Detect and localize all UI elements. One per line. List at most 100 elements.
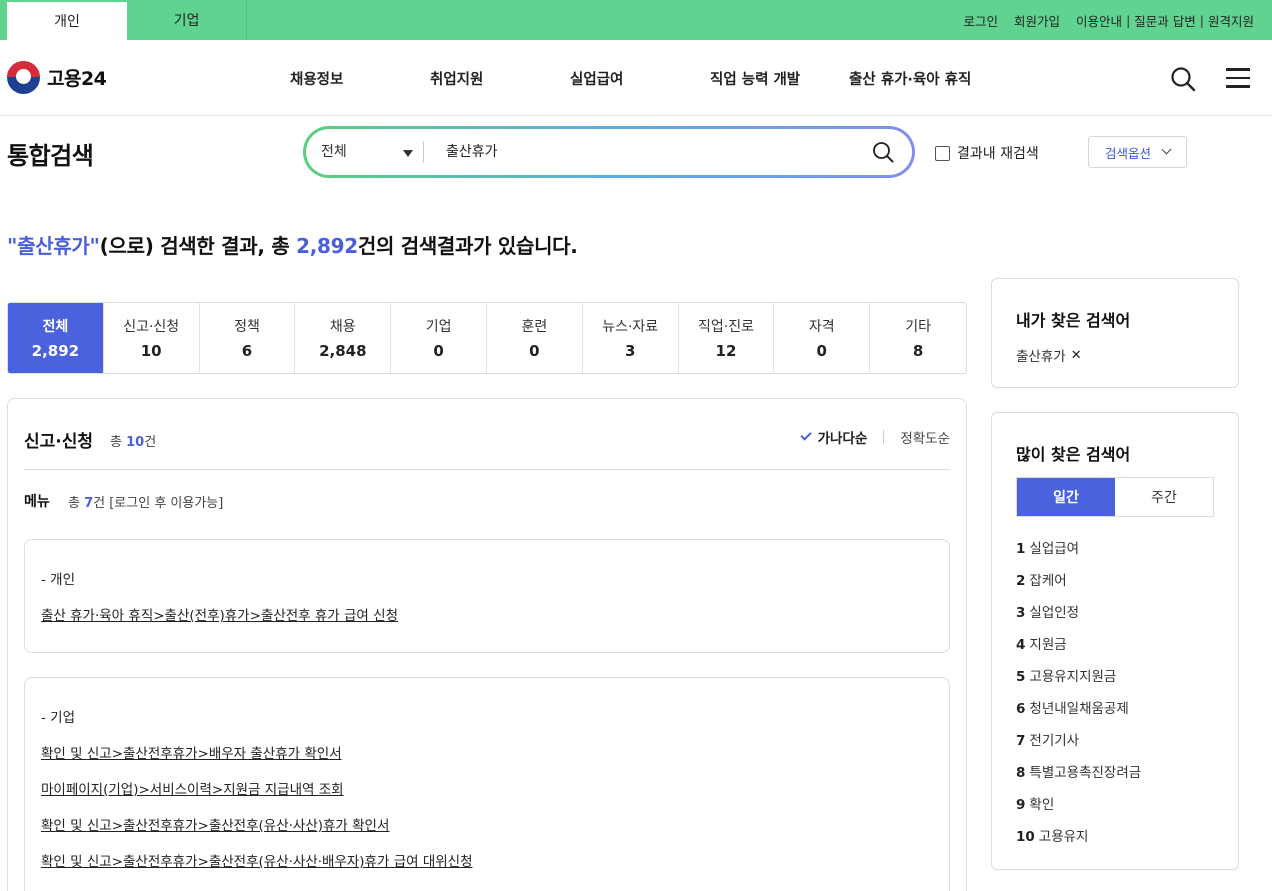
list-item[interactable]: 2 잡케어 <box>1016 569 1214 601</box>
result-link[interactable]: 마이페이지(기업)>서비스이력>지원금 지급내역 조회 <box>41 778 933 798</box>
term[interactable]: 청년내일채움공제 <box>1029 701 1128 717</box>
tab-company[interactable]: 기업 0 <box>391 303 487 373</box>
result-link[interactable]: 확인 및 신고>출산전후휴가>배우자 출산휴가 확인서 <box>41 742 933 762</box>
search-icon[interactable] <box>872 141 894 163</box>
tab-count: 10 <box>140 342 162 360</box>
tab-policy[interactable]: 정책 6 <box>200 303 296 373</box>
term[interactable]: 실업급여 <box>1029 541 1079 557</box>
remote-support-link[interactable]: 원격지원 <box>1208 11 1254 30</box>
tab-label: 전체 <box>42 319 69 335</box>
list-item[interactable]: 3 실업인정 <box>1016 601 1214 633</box>
tab-label: 직업·진로 <box>697 319 754 335</box>
nav-item-employment-support[interactable]: 취업지원 <box>430 68 483 89</box>
list-item[interactable]: 10 고용유지 <box>1016 825 1214 857</box>
sort-alphabetical[interactable]: 가나다순 <box>799 427 867 447</box>
search-options-button[interactable]: 검색옵션 <box>1088 136 1187 168</box>
tab-count: 2,848 <box>319 342 367 360</box>
term[interactable]: 고용유지지원금 <box>1029 669 1116 685</box>
tab-count: 12 <box>715 342 737 360</box>
tab-news-materials[interactable]: 뉴스·자료 3 <box>583 303 679 373</box>
result-link[interactable]: 출산 휴가·육아 휴직>출산(전후)휴가>출산전후 휴가 급여 신청 <box>41 604 933 624</box>
site-logo[interactable]: 고용24 <box>7 61 107 94</box>
list-item[interactable]: 1 실업급여 <box>1016 537 1214 569</box>
tab-recruitment[interactable]: 채용 2,848 <box>295 303 392 373</box>
tab-label: 자격 <box>808 319 835 335</box>
menu-total-count: 7 <box>84 496 94 511</box>
result-link[interactable]: 확인 및 신고>출산전후휴가>출산전후(유산·사산·배우자)휴가 급여 대위신청 <box>41 850 933 870</box>
list-item[interactable]: 5 고용유지지원금 <box>1016 665 1214 697</box>
rank: 4 <box>1016 637 1026 653</box>
tab-corporate[interactable]: 기업 <box>127 0 247 40</box>
list-item[interactable]: 7 전기기사 <box>1016 729 1214 761</box>
hamburger-menu-icon[interactable] <box>1226 68 1250 88</box>
my-searches-box: 내가 찾은 검색어 출산휴가 ✕ <box>991 278 1239 388</box>
tab-label: 채용 <box>329 319 356 335</box>
my-search-keyword[interactable]: 출산휴가 ✕ <box>1016 345 1214 366</box>
top-utility-bar: 개인 기업 로그인 회원가입 이용안내 | 질문과 답변 | 원격지원 <box>0 0 1272 40</box>
tab-job-career[interactable]: 직업·진로 12 <box>679 303 775 373</box>
search-input[interactable]: 출산휴가 <box>446 129 498 175</box>
search-within-results-checkbox[interactable] <box>935 145 950 161</box>
tab-count: 6 <box>241 342 253 360</box>
tab-certification[interactable]: 자격 0 <box>774 303 871 373</box>
keyword-text[interactable]: 출산휴가 <box>1016 345 1066 365</box>
search-icon[interactable] <box>1170 66 1196 92</box>
tab-training[interactable]: 훈련 0 <box>487 303 583 373</box>
qna-link[interactable]: 질문과 답변 <box>1134 11 1195 30</box>
tab-etc[interactable]: 기타 8 <box>870 303 966 373</box>
nav-item-vocational-training[interactable]: 직업 능력 개발 <box>710 68 800 89</box>
tab-count: 3 <box>624 342 636 360</box>
nav-item-maternity-parental-leave[interactable]: 출산 휴가·육아 휴직 <box>849 68 971 89</box>
popular-keyword-list: 1 실업급여 2 잡케어 3 실업인정 4 지원금 5 고용유지지원금 6 청년내일채움공제… <box>1016 537 1214 857</box>
term[interactable]: 잡케어 <box>1029 573 1066 589</box>
section-title: 신고·신청 <box>24 432 94 452</box>
login-link[interactable]: 로그인 <box>964 11 999 30</box>
term[interactable]: 확인 <box>1029 797 1054 813</box>
menu-heading: 메뉴 <box>24 494 50 510</box>
list-item[interactable]: 6 청년내일채움공제 <box>1016 697 1214 729</box>
results-panel: 신고·신청 총 10건 가나다순 정확도순 메뉴 총 7건 [로그인 후 이용가… <box>7 398 967 891</box>
close-icon[interactable]: ✕ <box>1071 348 1082 363</box>
list-item[interactable]: 8 특별고용촉진장려금 <box>1016 761 1214 793</box>
tab-personal[interactable]: 개인 <box>7 0 127 40</box>
chevron-down-icon <box>1161 144 1172 155</box>
rank: 8 <box>1016 765 1026 781</box>
tab-weekly[interactable]: 주간 <box>1115 478 1213 516</box>
list-item[interactable]: 9 확인 <box>1016 793 1214 825</box>
term[interactable]: 특별고용촉진장려금 <box>1029 765 1141 781</box>
term[interactable]: 고용유지 <box>1039 829 1089 845</box>
term[interactable]: 실업인정 <box>1029 605 1079 621</box>
term[interactable]: 지원금 <box>1029 637 1066 653</box>
search-within-results[interactable]: 결과내 재검색 <box>935 143 1039 163</box>
tab-count: 0 <box>816 342 827 360</box>
sort-accuracy[interactable]: 정확도순 <box>900 427 950 447</box>
rank: 7 <box>1016 733 1026 749</box>
rank: 10 <box>1016 829 1035 845</box>
nav-item-unemployment-benefits[interactable]: 실업급여 <box>570 68 623 89</box>
tab-all[interactable]: 전체 2,892 <box>8 303 104 373</box>
term[interactable]: 전기기사 <box>1029 733 1079 749</box>
tab-daily[interactable]: 일간 <box>1017 478 1115 516</box>
list-item[interactable]: 4 지원금 <box>1016 633 1214 665</box>
result-keyword: 출산휴가 <box>17 234 90 258</box>
tab-report-apply[interactable]: 신고·신청 10 <box>104 303 200 373</box>
result-card-corporate: - 기업 확인 및 신고>출산전후휴가>배우자 출산휴가 확인서 마이페이지(기… <box>24 677 950 891</box>
period-toggle: 일간 주간 <box>1016 477 1214 517</box>
section-total-suffix: 건 <box>144 435 157 450</box>
guide-link[interactable]: 이용안내 <box>1076 11 1122 30</box>
tab-label: 훈련 <box>521 319 548 335</box>
check-icon <box>799 429 812 441</box>
result-card-personal: - 개인 출산 휴가·육아 휴직>출산(전후)휴가>출산전후 휴가 급여 신청 <box>24 539 950 653</box>
section-total-count: 10 <box>126 435 145 450</box>
tab-count: 2,892 <box>31 342 80 360</box>
result-link[interactable]: 확인 및 신고>출산전후휴가>출산전후(유산·사산)휴가 확인서 <box>41 814 933 834</box>
caret-down-icon[interactable] <box>403 150 413 157</box>
result-summary-suffix: 건의 검색결과가 있습니다. <box>357 234 578 258</box>
signup-link[interactable]: 회원가입 <box>1014 11 1060 30</box>
tab-label: 뉴스·자료 <box>602 319 659 335</box>
search-scope-select[interactable]: 전체 <box>321 129 347 175</box>
logo-text: 고용24 <box>47 68 107 90</box>
separator: | <box>1126 12 1131 28</box>
site-header: 고용24 채용정보 취업지원 실업급여 직업 능력 개발 출산 휴가·육아 휴직 <box>0 40 1272 116</box>
nav-item-jobs[interactable]: 채용정보 <box>290 68 343 89</box>
